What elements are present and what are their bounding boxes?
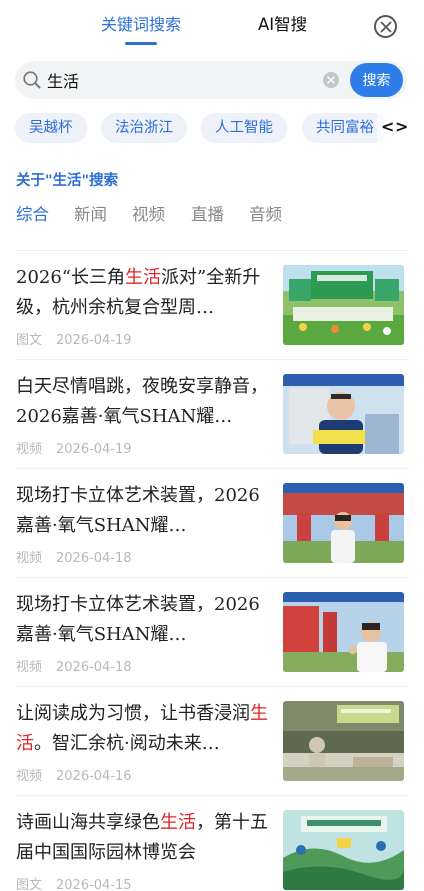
item-date: 2026-04-15 <box>56 878 132 891</box>
tab-ai-search[interactable]: AI智搜 <box>258 14 307 36</box>
item-type: 视频 <box>16 660 43 675</box>
search-icon <box>23 71 41 89</box>
tab-comprehensive[interactable]: 综合 <box>16 201 49 225</box>
item-meta: 视频 2026-04-18 <box>16 547 132 566</box>
item-thumbnail <box>283 374 404 454</box>
item-title: 现场打卡立体艺术装置，2026嘉善·氧气SHAN耀… <box>16 485 260 536</box>
item-date: 2026-04-19 <box>56 442 132 457</box>
hot-keywords: 吴越杯 法治浙江 人工智能 共同富裕 < > <box>0 113 424 145</box>
active-tab-indicator <box>125 42 157 45</box>
search-bar: 搜索 <box>15 61 407 99</box>
chevron-right-icon: > <box>395 117 409 136</box>
item-thumbnail <box>283 265 404 345</box>
clear-input-icon[interactable] <box>323 72 339 88</box>
item-thumbnail <box>283 592 404 672</box>
list-item[interactable]: 白天尽情唱跳，夜晚安享静音，2026嘉善·氧气SHAN耀… 视频 2026-04-… <box>16 360 408 469</box>
item-date: 2026-04-16 <box>56 769 132 784</box>
item-meta: 视频 2026-04-19 <box>16 438 132 457</box>
chip-scroll-arrows[interactable]: < > <box>377 113 424 143</box>
list-item[interactable]: 让阅读成为习惯，让书香浸润生活。智汇余杭·阅动未来… 视频 2026-04-16 <box>16 687 408 796</box>
item-type: 视频 <box>16 769 43 784</box>
item-type: 图文 <box>16 878 43 891</box>
item-meta: 图文 2026-04-15 <box>16 874 132 891</box>
results-about-label: 关于"生活"搜索 <box>16 173 119 189</box>
item-title: 诗画山海共享绿色生活，第十五届中国国际园林博览会 <box>16 812 268 863</box>
chevron-left-icon: < <box>381 117 395 136</box>
item-type: 视频 <box>16 551 43 566</box>
keyword-chip[interactable]: 法治浙江 <box>101 113 187 143</box>
list-item[interactable]: 现场打卡立体艺术装置，2026嘉善·氧气SHAN耀… 视频 2026-04-18 <box>16 578 408 687</box>
keyword-chip[interactable]: 人工智能 <box>201 113 287 143</box>
item-title: 让阅读成为习惯，让书香浸润生活。智汇余杭·阅动未来… <box>16 703 268 754</box>
item-date: 2026-04-18 <box>56 660 132 675</box>
tab-news[interactable]: 新闻 <box>74 201 107 225</box>
item-title: 现场打卡立体艺术装置，2026嘉善·氧气SHAN耀… <box>16 594 260 645</box>
item-title: 白天尽情唱跳，夜晚安享静音，2026嘉善·氧气SHAN耀… <box>16 376 268 427</box>
tab-live[interactable]: 直播 <box>191 201 224 225</box>
keyword-chip[interactable]: 吴越杯 <box>15 113 87 143</box>
list-item[interactable]: 现场打卡立体艺术装置，2026嘉善·氧气SHAN耀… 视频 2026-04-18 <box>16 469 408 578</box>
item-title: 2026“长三角生活派对”全新升级，杭州余杭复合型周… <box>16 267 261 318</box>
item-thumbnail <box>283 810 404 890</box>
item-meta: 视频 2026-04-16 <box>16 765 132 784</box>
item-type: 视频 <box>16 442 43 457</box>
item-type: 图文 <box>16 333 43 348</box>
tab-keyword-search[interactable]: 关键词搜索 <box>101 14 181 36</box>
item-meta: 视频 2026-04-18 <box>16 656 132 675</box>
keyword-chip[interactable]: 共同富裕 <box>302 113 388 143</box>
list-item[interactable]: 诗画山海共享绿色生活，第十五届中国国际园林博览会 图文 2026-04-15 <box>16 796 408 891</box>
top-bar: 关键词搜索 AI智搜 <box>0 0 424 52</box>
item-date: 2026-04-18 <box>56 551 132 566</box>
close-icon <box>380 21 391 32</box>
item-thumbnail <box>283 701 404 781</box>
close-button[interactable] <box>374 15 397 38</box>
tab-audio[interactable]: 音频 <box>249 201 282 225</box>
tab-video[interactable]: 视频 <box>132 201 165 225</box>
item-thumbnail <box>283 483 404 563</box>
search-button[interactable]: 搜索 <box>350 63 403 97</box>
item-date: 2026-04-19 <box>56 333 132 348</box>
search-input[interactable] <box>47 67 317 93</box>
item-meta: 图文 2026-04-19 <box>16 329 132 348</box>
list-item[interactable]: 2026“长三角生活派对”全新升级，杭州余杭复合型周… 图文 2026-04-19 <box>16 251 408 360</box>
